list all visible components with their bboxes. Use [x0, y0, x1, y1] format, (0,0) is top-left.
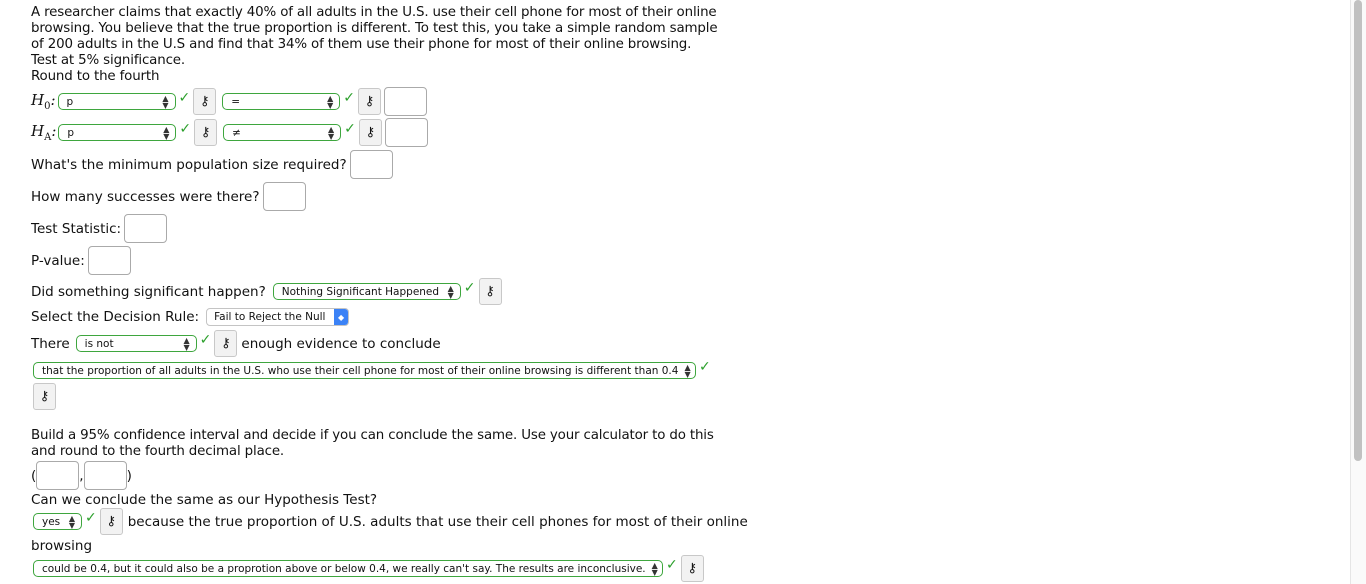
- h0-operator-select[interactable]: = ▲ ▼: [222, 93, 341, 110]
- same-answer-row: yes ▲ ▼ ✓ ⚷ because the true proportion of…: [33, 508, 748, 535]
- select-arrows-icon: ▲ ▼: [447, 283, 454, 300]
- significance-label: Did something significant happen?: [31, 283, 266, 300]
- p-value-input[interactable]: [87, 246, 131, 275]
- select-arrows-icon: ▲ ▼: [183, 335, 190, 352]
- p-value-label: P-value:: [31, 252, 85, 269]
- ci-lower-input[interactable]: [36, 461, 80, 490]
- ci-upper-input[interactable]: [83, 461, 127, 490]
- key-icon[interactable]: ⚷: [99, 508, 123, 535]
- browsing-row: browsing: [31, 538, 92, 554]
- select-arrows-icon: ▲ ▼: [163, 124, 170, 141]
- correct-check-icon: ✓: [199, 331, 212, 348]
- rounding-instruction: Round to the fourth: [31, 69, 160, 84]
- scrollbar-thumb[interactable]: [1354, 0, 1362, 461]
- decision-rule-label: Select the Decision Rule:: [31, 309, 200, 325]
- successes-label: How many successes were there?: [31, 188, 260, 205]
- significance-row: Did something significant happen? Nothin…: [31, 278, 502, 305]
- key-icon[interactable]: ⚷: [33, 383, 56, 410]
- p-value-row: P-value:: [31, 246, 131, 275]
- correct-check-icon: ✓: [463, 279, 476, 296]
- test-statistic-row: Test Statistic:: [31, 214, 168, 243]
- h0-label: H0:: [31, 91, 56, 112]
- reason-row: could be 0.4, but it could also be a pro…: [33, 555, 704, 582]
- select-arrows-icon: ▲ ▼: [684, 362, 691, 379]
- significance-select[interactable]: Nothing Significant Happened ▲ ▼: [272, 283, 461, 300]
- key-icon[interactable]: ⚷: [214, 330, 238, 357]
- min-population-row: What's the minimum population size requi…: [31, 150, 393, 179]
- correct-check-icon: ✓: [666, 556, 678, 573]
- ci-row: ( , ): [31, 461, 132, 490]
- same-answer-select[interactable]: yes ▲ ▼: [33, 513, 82, 530]
- key-icon[interactable]: ⚷: [193, 88, 217, 115]
- conclusion-select[interactable]: that the proportion of all adults in the…: [33, 362, 696, 379]
- ha-label: HA:: [31, 122, 57, 143]
- key-icon[interactable]: ⚷: [358, 88, 381, 115]
- correct-check-icon: ✓: [344, 120, 356, 137]
- select-arrows-icon: ▲ ▼: [68, 513, 75, 530]
- successes-input[interactable]: [262, 182, 306, 211]
- correct-check-icon: ✓: [179, 120, 192, 137]
- test-statistic-input[interactable]: [124, 214, 168, 243]
- because-label: because the true proportion of U.S. adul…: [127, 513, 748, 530]
- ha-value-input[interactable]: [384, 118, 428, 147]
- ha-operator-select[interactable]: ≠ ▲ ▼: [223, 124, 342, 141]
- select-arrows-icon: ▲ ▼: [327, 124, 335, 141]
- browsing-label: browsing: [31, 538, 93, 554]
- select-arrows-icon: ▲ ▼: [327, 93, 334, 110]
- ci-close-paren: ): [126, 467, 132, 484]
- same-question-label: Can we conclude the same as our Hypothes…: [31, 492, 378, 508]
- key-icon[interactable]: ⚷: [358, 119, 382, 146]
- correct-check-icon: ✓: [343, 89, 355, 106]
- min-population-input[interactable]: [349, 150, 393, 179]
- ci-comma: ,: [79, 467, 84, 484]
- conclusion-key-row: ⚷: [33, 383, 56, 410]
- correct-check-icon: ✓: [178, 89, 191, 106]
- same-question-row: Can we conclude the same as our Hypothes…: [31, 492, 377, 508]
- select-arrows-icon: ▲ ▼: [162, 93, 169, 110]
- key-icon[interactable]: ⚷: [478, 278, 502, 305]
- h0-value-input[interactable]: [384, 87, 427, 116]
- h0-parameter-select[interactable]: p ▲ ▼: [57, 93, 176, 110]
- reason-select[interactable]: could be 0.4, but it could also be a pro…: [33, 560, 663, 577]
- evidence-row: There is not ▲ ▼ ✓ ⚷ enough evidence to co…: [31, 330, 441, 357]
- decision-rule-select[interactable]: Fail to Reject the Null ◆: [206, 308, 350, 326]
- enough-evidence-label: enough evidence to conclude: [241, 335, 441, 352]
- ci-prompt: Build a 95% confidence interval and deci…: [31, 428, 714, 459]
- test-statistic-label: Test Statistic:: [31, 220, 122, 237]
- evidence-select[interactable]: is not ▲ ▼: [75, 335, 197, 352]
- conclusion-row: that the proportion of all adults in the…: [33, 358, 714, 379]
- decision-rule-row: Select the Decision Rule: Fail to Reject…: [31, 308, 350, 326]
- min-population-label: What's the minimum population size requi…: [31, 156, 347, 173]
- select-arrows-icon: ◆: [334, 309, 349, 325]
- null-hypothesis-row: H0: p ▲ ▼ ✓ ⚷ = ▲ ▼ ✓ ⚷: [31, 87, 427, 116]
- problem-statement: A researcher claims that exactly 40% of …: [31, 5, 721, 85]
- vertical-scrollbar[interactable]: [1350, 0, 1366, 584]
- key-icon[interactable]: ⚷: [680, 555, 704, 582]
- successes-row: How many successes were there?: [31, 182, 306, 211]
- correct-check-icon: ✓: [699, 358, 711, 375]
- correct-check-icon: ✓: [85, 509, 97, 526]
- alternative-hypothesis-row: HA: p ▲ ▼ ✓ ⚷ ≠ ▲ ▼ ✓ ⚷: [31, 118, 428, 147]
- there-label: There: [31, 335, 70, 352]
- ha-parameter-select[interactable]: p ▲ ▼: [58, 124, 177, 141]
- problem-text: A researcher claims that exactly 40% of …: [31, 5, 718, 68]
- select-arrows-icon: ▲ ▼: [651, 560, 658, 577]
- key-icon[interactable]: ⚷: [194, 119, 218, 146]
